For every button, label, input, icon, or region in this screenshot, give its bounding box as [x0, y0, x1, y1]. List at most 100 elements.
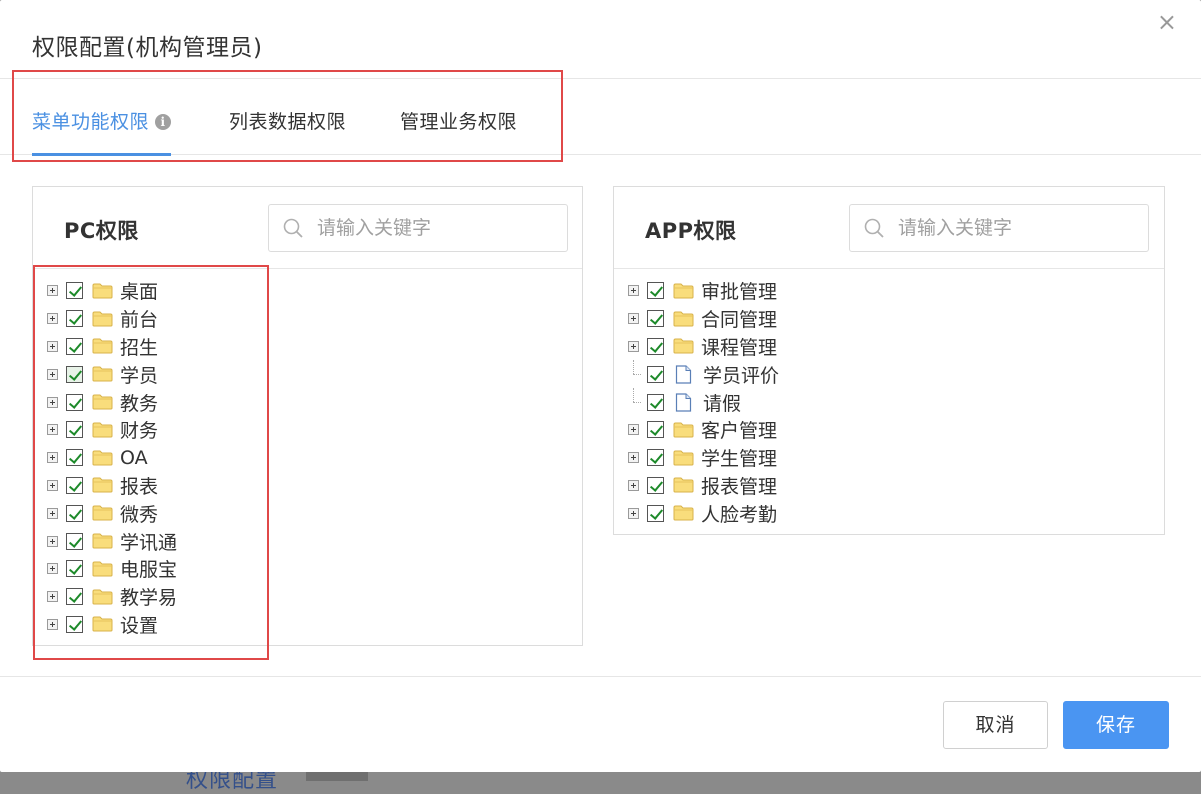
expand-icon[interactable] [628, 340, 639, 352]
pc-tree-item[interactable]: OA [47, 444, 177, 472]
checkbox-checked[interactable] [647, 504, 664, 522]
save-button[interactable]: 保存 [1063, 701, 1169, 749]
app-search-input[interactable] [898, 213, 1138, 243]
expand-icon[interactable] [47, 452, 58, 464]
tree-item-label[interactable]: 教学易 [120, 583, 177, 610]
folder-icon [673, 283, 694, 299]
expand-icon[interactable] [628, 424, 639, 436]
tree-item-label[interactable]: 招生 [120, 333, 158, 360]
checkbox-checked[interactable] [647, 310, 664, 328]
tree-item-label[interactable]: 请假 [703, 389, 741, 416]
app-tree-item[interactable]: 合同管理 [628, 305, 779, 333]
expand-icon[interactable] [47, 285, 58, 297]
app-tree-item[interactable]: 课程管理 [628, 333, 779, 361]
checkbox-checked[interactable] [66, 615, 83, 633]
tree-item-label[interactable]: 客户管理 [701, 416, 777, 443]
app-tree-item[interactable]: 报表管理 [628, 472, 779, 500]
tree-item-label[interactable]: 设置 [120, 611, 158, 638]
checkbox-checked[interactable] [647, 365, 664, 383]
checkbox-checked[interactable] [66, 310, 83, 328]
tree-item-label[interactable]: 前台 [120, 305, 158, 332]
expand-icon[interactable] [47, 591, 58, 603]
pc-tree-item[interactable]: 教学易 [47, 583, 177, 611]
app-tree-item[interactable]: 学生管理 [628, 444, 779, 472]
expand-icon[interactable] [628, 313, 639, 325]
tree-item-label[interactable]: 课程管理 [701, 333, 777, 360]
checkbox-checked[interactable] [647, 337, 664, 355]
tree-item-label[interactable]: 教务 [120, 389, 158, 416]
pc-tree-item[interactable]: 学员 [47, 360, 177, 388]
tree-item-label[interactable]: 报表 [120, 472, 158, 499]
cancel-button[interactable]: 取消 [943, 701, 1048, 749]
tree-item-label[interactable]: OA [120, 447, 148, 469]
pc-tree-item[interactable]: 电服宝 [47, 555, 177, 583]
checkbox-checked[interactable] [66, 421, 83, 439]
expand-icon[interactable] [628, 452, 639, 464]
checkbox-checked[interactable] [647, 476, 664, 494]
tree-item-label[interactable]: 微秀 [120, 500, 158, 527]
pc-tree-item[interactable]: 学讯通 [47, 527, 177, 555]
checkbox-checked[interactable] [66, 282, 83, 300]
tree-item-label[interactable]: 学员 [120, 361, 158, 388]
pc-tree-item[interactable]: 微秀 [47, 499, 177, 527]
checkbox-checked[interactable] [66, 476, 83, 494]
tree-item-label[interactable]: 人脸考勤 [701, 500, 777, 527]
tree-item-label[interactable]: 学讯通 [120, 528, 177, 555]
checkbox-checked[interactable] [66, 504, 83, 522]
expand-icon[interactable] [47, 340, 58, 352]
tree-item-label[interactable]: 财务 [120, 416, 158, 443]
search-icon [864, 218, 884, 238]
pc-tree-item[interactable]: 设置 [47, 611, 177, 639]
tree-item-label[interactable]: 学员评价 [703, 361, 779, 388]
info-icon[interactable]: i [155, 114, 172, 130]
checkbox-checked[interactable] [647, 282, 664, 300]
checkbox-checked[interactable] [647, 449, 664, 467]
checkbox-checked[interactable] [66, 337, 83, 355]
checkbox-checked[interactable] [66, 532, 83, 550]
checkbox-checked[interactable] [647, 421, 664, 439]
expand-icon[interactable] [47, 396, 58, 408]
tree-item-label[interactable]: 电服宝 [120, 555, 177, 582]
tree-item-label[interactable]: 报表管理 [701, 472, 777, 499]
app-tree-item[interactable]: 学员评价 [628, 359, 779, 388]
app-tree-item[interactable]: 人脸考勤 [628, 499, 779, 527]
expand-icon[interactable] [47, 535, 58, 547]
tree-item-label[interactable]: 审批管理 [701, 277, 777, 304]
pc-tree-item[interactable]: 桌面 [47, 277, 177, 305]
expand-icon[interactable] [628, 507, 639, 519]
pc-tree-item[interactable]: 报表 [47, 472, 177, 500]
expand-icon[interactable] [628, 285, 639, 297]
tab-business-management[interactable]: 管理业务权限 [400, 107, 517, 155]
tab-list-data[interactable]: 列表数据权限 [229, 107, 346, 155]
expand-icon[interactable] [47, 618, 58, 630]
pc-tree-item[interactable]: 前台 [47, 305, 177, 333]
expand-icon[interactable] [47, 313, 58, 325]
expand-icon[interactable] [628, 479, 639, 491]
pc-search-input[interactable] [317, 213, 557, 243]
tree-item-label[interactable]: 桌面 [120, 277, 158, 304]
checkbox-checked[interactable] [66, 365, 83, 383]
app-permission-panel: APP权限 审批管理合同管理课程管理学员评价请假客户管理学生管理报表管理人脸考勤 [613, 186, 1165, 535]
pc-tree-item[interactable]: 招生 [47, 333, 177, 361]
app-tree-item[interactable]: 客户管理 [628, 416, 779, 444]
app-tree-item[interactable]: 审批管理 [628, 277, 779, 305]
checkbox-checked[interactable] [66, 393, 83, 411]
app-tree-item[interactable]: 请假 [628, 387, 779, 416]
checkbox-checked[interactable] [647, 393, 664, 411]
app-permission-tree: 审批管理 合同管理 课程管理 学员评价 请假 客户管理 学生管理 报表管理 人脸考勤 [628, 277, 779, 527]
checkbox-checked[interactable] [66, 560, 83, 578]
pc-tree-item[interactable]: 财务 [47, 416, 177, 444]
expand-icon[interactable] [47, 507, 58, 519]
tree-item-label[interactable]: 学生管理 [701, 444, 777, 471]
checkbox-checked[interactable] [66, 449, 83, 467]
expand-icon[interactable] [47, 563, 58, 575]
expand-icon[interactable] [47, 424, 58, 436]
checkbox-checked[interactable] [66, 588, 83, 606]
expand-icon[interactable] [47, 368, 58, 380]
tree-item-label[interactable]: 合同管理 [701, 305, 777, 332]
document-icon [675, 365, 692, 384]
pc-tree-item[interactable]: 教务 [47, 388, 177, 416]
close-icon[interactable]: × [1157, 10, 1177, 34]
expand-icon[interactable] [47, 479, 58, 491]
tab-menu-function[interactable]: 菜单功能权限 i [32, 107, 172, 156]
